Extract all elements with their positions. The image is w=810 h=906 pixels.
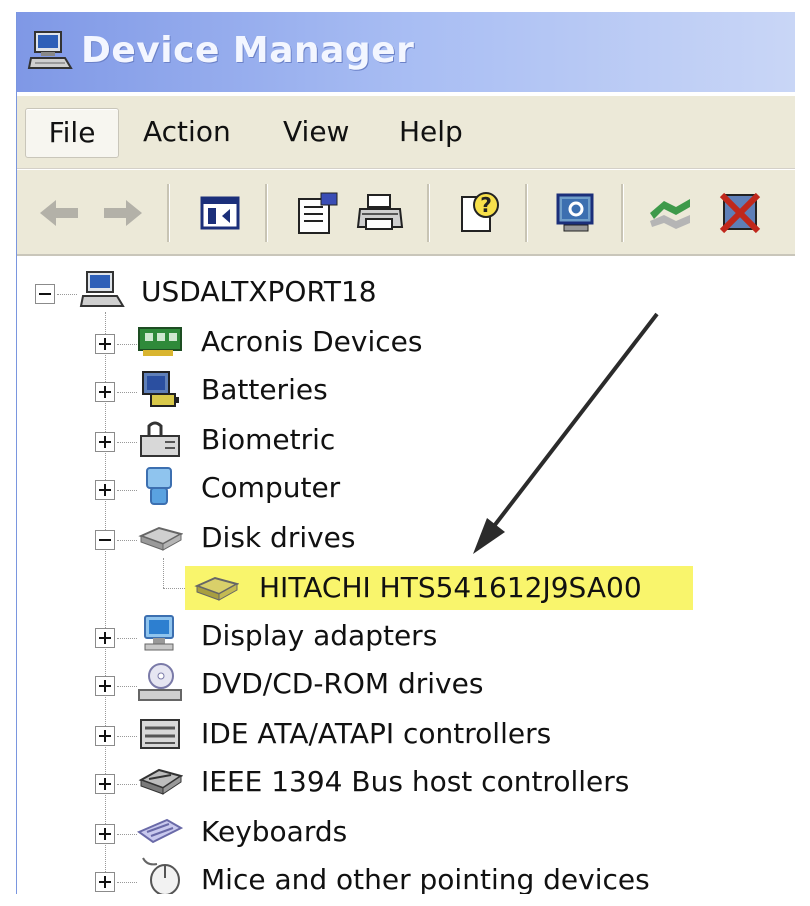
- help-question-icon: ?: [461, 192, 499, 232]
- update-driver-icon: [650, 199, 690, 229]
- device-manager-icon: [27, 31, 73, 69]
- tree-item-biometric[interactable]: Biometric: [201, 420, 335, 460]
- expand-biometric[interactable]: [95, 432, 115, 452]
- collapse-disk-drives[interactable]: [95, 530, 115, 550]
- hard-disk-icon: [194, 576, 239, 601]
- scan-hardware-button[interactable]: [549, 186, 603, 240]
- tree-item-ieee1394-bus-host-controllers[interactable]: IEEE 1394 Bus host controllers: [201, 762, 629, 802]
- console-tree-icon: [200, 196, 240, 230]
- root-computer-label[interactable]: USDALTXPORT18: [141, 272, 377, 312]
- tree-item-keyboards[interactable]: Keyboards: [201, 812, 347, 852]
- expand-batteries[interactable]: [95, 382, 115, 402]
- show-hide-console-tree-button[interactable]: [193, 186, 247, 240]
- device-tree: USDALTXPORT18 Acronis Devices Batteries: [17, 256, 795, 894]
- tree-item-hitachi-drive[interactable]: HITACHI HTS541612J9SA00: [259, 568, 642, 608]
- acronis-card-icon: [138, 327, 182, 356]
- expand-keyboards[interactable]: [95, 824, 115, 844]
- expand-ieee1394-bus-host-controllers[interactable]: [95, 774, 115, 794]
- tree-item-batteries[interactable]: Batteries: [201, 370, 328, 410]
- menu-bar: File Action View Help: [17, 96, 795, 169]
- tree-item-acronis-devices[interactable]: Acronis Devices: [201, 322, 422, 362]
- keyboard-icon: [137, 818, 183, 844]
- mouse-icon: [142, 857, 180, 894]
- biometric-icon: [140, 421, 180, 457]
- printer-icon: [356, 194, 404, 230]
- expand-acronis-devices[interactable]: [95, 334, 115, 354]
- ieee1394-icon: [138, 768, 183, 795]
- menu-action[interactable]: Action: [143, 108, 231, 156]
- tree-item-display-adapters[interactable]: Display adapters: [201, 616, 437, 656]
- properties-button[interactable]: [291, 186, 345, 240]
- menu-view[interactable]: View: [283, 108, 349, 156]
- uninstall-x-icon: [719, 192, 761, 234]
- svg-text:?: ?: [480, 193, 492, 217]
- tree-item-disk-drives[interactable]: Disk drives: [201, 518, 356, 558]
- tree-item-mice-and-pointing-devices[interactable]: Mice and other pointing devices: [201, 860, 650, 894]
- tree-item-ide-ata-atapi-controllers[interactable]: IDE ATA/ATAPI controllers: [201, 714, 551, 754]
- device-manager-window: Device Manager File Action View Help ? U…: [16, 12, 795, 894]
- display-adapter-icon: [144, 615, 174, 651]
- expand-computer[interactable]: [95, 480, 115, 500]
- root-collapse-toggle[interactable]: [35, 284, 55, 304]
- expand-dvd-cdrom-drives[interactable]: [95, 676, 115, 696]
- computer-root-icon: [79, 271, 125, 307]
- tree-item-dvd-cdrom-drives[interactable]: DVD/CD-ROM drives: [201, 664, 483, 704]
- back-arrow-icon: [40, 200, 78, 226]
- forward-arrow-icon: [104, 200, 142, 226]
- menu-file[interactable]: File: [25, 108, 119, 158]
- ide-controller-icon: [140, 719, 180, 749]
- forward-button[interactable]: [95, 186, 149, 240]
- update-driver-button[interactable]: [643, 186, 697, 240]
- disk-drive-icon: [138, 526, 183, 551]
- expand-ide-ata-atapi-controllers[interactable]: [95, 726, 115, 746]
- title-bar[interactable]: Device Manager: [17, 12, 795, 92]
- back-button[interactable]: [33, 186, 87, 240]
- help-button[interactable]: ?: [453, 186, 507, 240]
- computer-icon: [146, 467, 172, 505]
- scan-hardware-icon: [556, 193, 594, 232]
- tree-item-computer[interactable]: Computer: [201, 468, 340, 508]
- window-title: Device Manager: [81, 30, 415, 71]
- menu-help[interactable]: Help: [399, 108, 463, 156]
- uninstall-button[interactable]: [713, 186, 767, 240]
- expand-display-adapters[interactable]: [95, 628, 115, 648]
- expand-mice-and-pointing-devices[interactable]: [95, 872, 115, 892]
- print-button[interactable]: [353, 186, 407, 240]
- toolbar: ?: [17, 170, 795, 256]
- properties-icon: [298, 192, 338, 234]
- battery-icon: [142, 371, 179, 407]
- dvd-drive-icon: [138, 663, 182, 701]
